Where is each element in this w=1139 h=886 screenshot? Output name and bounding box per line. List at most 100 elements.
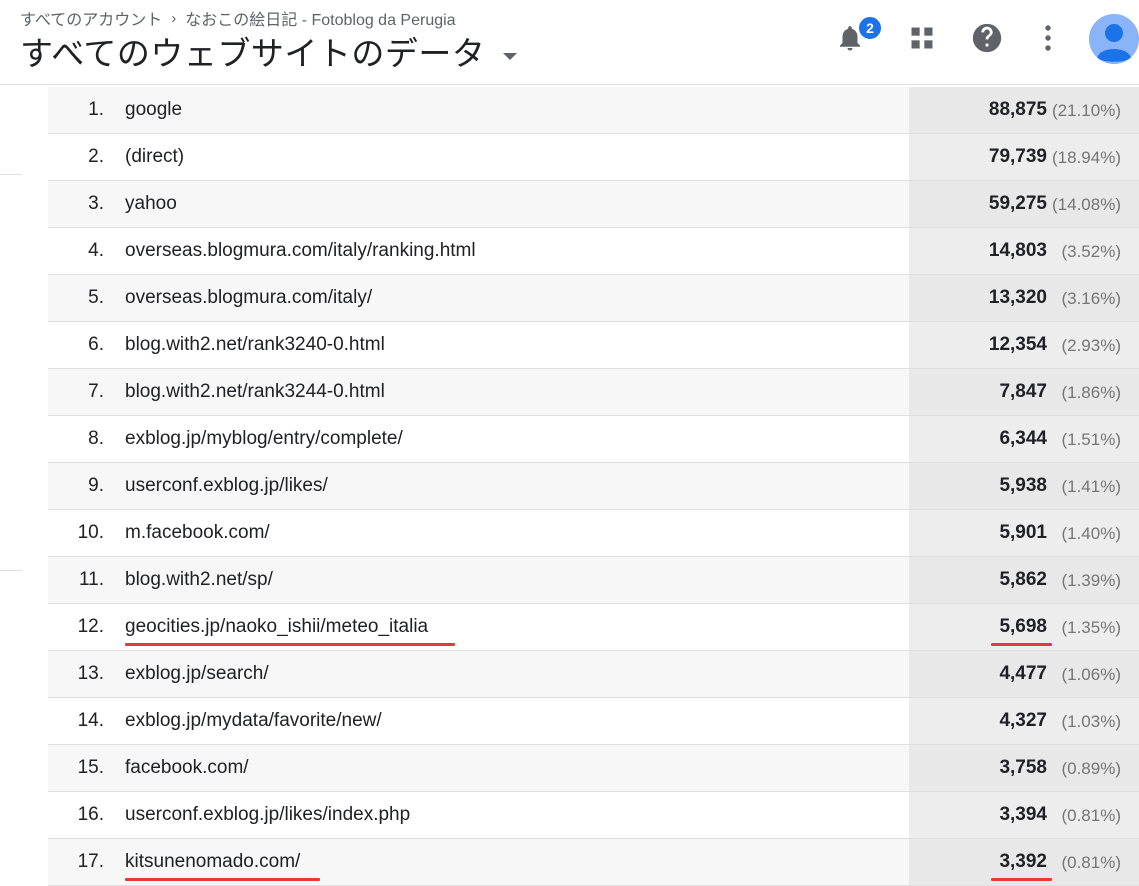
more-vert-icon: [1045, 25, 1051, 51]
row-percentage: (0.89%): [1061, 759, 1121, 778]
row-sessions-value: 5,862: [999, 569, 1047, 590]
user-avatar-icon: [1089, 14, 1139, 64]
row-rank: 4.: [88, 240, 104, 261]
value-cell: 13,320 (3.16%): [909, 275, 1139, 321]
table-row[interactable]: 1. google 88,875 (21.10%): [48, 87, 1139, 134]
row-rank: 9.: [88, 475, 104, 496]
table-row[interactable]: 4. overseas.blogmura.com/italy/ranking.ht…: [48, 228, 1139, 275]
red-underline-mark: [125, 878, 320, 881]
value-cell: 4,477 (1.06%): [909, 651, 1139, 697]
rail-divider: [0, 570, 22, 571]
table-row[interactable]: 2. (direct) 79,739 (18.94%): [48, 134, 1139, 181]
page-title[interactable]: すべてのウェブサイトのデータ: [20, 27, 485, 75]
help-button[interactable]: [969, 18, 1005, 58]
value-cell: 7,847 (1.86%): [909, 369, 1139, 415]
row-sessions-value: 3,394: [999, 804, 1047, 825]
table-row[interactable]: 8. exblog.jp/myblog/entry/complete/6,344 (…: [48, 416, 1139, 463]
help-icon: [972, 23, 1002, 53]
row-sessions-value: 5,901: [999, 522, 1047, 543]
row-source-link[interactable]: userconf.exblog.jp/likes/: [125, 463, 328, 509]
row-source-link[interactable]: exblog.jp/mydata/favorite/new/: [125, 698, 382, 744]
table-row[interactable]: 10. m.facebook.com/5,901 (1.40%): [48, 510, 1139, 557]
value-cell: 12,354 (2.93%): [909, 322, 1139, 368]
table-row[interactable]: 3. yahoo 59,275 (14.08%): [48, 181, 1139, 228]
table-row[interactable]: 7. blog.with2.net/rank3244-0.html 7,847 (1.…: [48, 369, 1139, 416]
row-source-link[interactable]: yahoo: [125, 181, 177, 227]
row-source-link[interactable]: overseas.blogmura.com/italy/: [125, 275, 372, 321]
more-options-button[interactable]: [1030, 18, 1066, 58]
row-rank: 12.: [77, 616, 104, 637]
value-cell: 5,862 (1.39%): [909, 557, 1139, 603]
red-underline-mark: [991, 878, 1052, 881]
avatar[interactable]: [1089, 14, 1139, 64]
row-rank: 3.: [88, 193, 104, 214]
row-rank: 10.: [77, 522, 104, 543]
row-sessions-value: 6,344: [999, 428, 1047, 449]
row-source-link[interactable]: facebook.com/: [125, 745, 249, 791]
row-percentage: (21.10%): [1052, 101, 1121, 120]
row-percentage: (2.93%): [1061, 336, 1121, 355]
row-percentage: (1.41%): [1061, 477, 1121, 496]
row-percentage: (1.51%): [1061, 430, 1121, 449]
row-rank: 16.: [77, 804, 104, 825]
value-cell: 5,901 (1.40%): [909, 510, 1139, 556]
row-sessions-value: 79,739: [988, 146, 1047, 167]
row-percentage: (14.08%): [1052, 195, 1121, 214]
row-percentage: (1.40%): [1061, 524, 1121, 543]
table-row[interactable]: 15. facebook.com/3,758 (0.89%): [48, 745, 1139, 792]
row-source-link[interactable]: blog.with2.net/rank3240-0.html: [125, 322, 385, 368]
row-percentage: (3.52%): [1061, 242, 1121, 261]
row-rank: 15.: [77, 757, 104, 778]
row-rank: 11.: [78, 569, 104, 590]
table-row[interactable]: 12. geocities.jp/naoko_ishii/meteo_italia…: [48, 604, 1139, 651]
row-source-link[interactable]: exblog.jp/search/: [125, 651, 269, 697]
table-row[interactable]: 17. kitsunenomado.com/3,392 (0.81%): [48, 839, 1139, 886]
left-rail: [0, 85, 48, 886]
row-source-link[interactable]: blog.with2.net/rank3244-0.html: [125, 369, 385, 415]
apps-button[interactable]: [904, 18, 940, 58]
table-row[interactable]: 6. blog.with2.net/rank3240-0.html 12,354 (2…: [48, 322, 1139, 369]
row-sessions-value: 4,327: [999, 710, 1047, 731]
row-rank: 5.: [88, 287, 104, 308]
value-cell: 3,758 (0.89%): [909, 745, 1139, 791]
row-source-link[interactable]: exblog.jp/myblog/entry/complete/: [125, 416, 403, 462]
row-percentage: (1.03%): [1061, 712, 1121, 731]
table-row[interactable]: 16. userconf.exblog.jp/likes/index.php 3,3…: [48, 792, 1139, 839]
row-percentage: (3.16%): [1061, 289, 1121, 308]
row-rank: 13.: [77, 663, 104, 684]
row-sessions-value: 5,938: [999, 475, 1047, 496]
table-row[interactable]: 11. blog.with2.net/sp/5,862 (1.39%): [48, 557, 1139, 604]
value-cell: 14,803 (3.52%): [909, 228, 1139, 274]
table-row[interactable]: 13. exblog.jp/search/4,477 (1.06%): [48, 651, 1139, 698]
table-row[interactable]: 14. exblog.jp/mydata/favorite/new/4,327 (1…: [48, 698, 1139, 745]
table-row[interactable]: 5. overseas.blogmura.com/italy/13,320 (3.1…: [48, 275, 1139, 322]
apps-grid-icon: [911, 27, 933, 49]
row-sessions-value: 4,477: [999, 663, 1047, 684]
row-source-link[interactable]: (direct): [125, 134, 184, 180]
red-underline-mark: [125, 643, 455, 646]
row-percentage: (0.81%): [1061, 806, 1121, 825]
table-row[interactable]: 9. userconf.exblog.jp/likes/5,938 (1.41%): [48, 463, 1139, 510]
row-source-link[interactable]: blog.with2.net/sp/: [125, 557, 273, 603]
row-sessions-value: 13,320: [988, 287, 1047, 308]
row-source-link[interactable]: google: [125, 87, 182, 133]
value-cell: 3,394 (0.81%): [909, 792, 1139, 838]
row-sessions-value: 3,758: [999, 757, 1047, 778]
row-rank: 2.: [88, 146, 104, 167]
row-sessions-value: 59,275: [988, 193, 1047, 214]
row-rank: 8.: [88, 428, 104, 449]
referral-table: 1. google 88,875 (21.10%) 2. (direct) 79,739 (1…: [48, 87, 1139, 886]
row-source-link[interactable]: userconf.exblog.jp/likes/index.php: [125, 792, 410, 838]
value-cell: 4,327 (1.03%): [909, 698, 1139, 744]
view-selector[interactable]: すべてのウェブサイトのデータ: [20, 27, 518, 75]
row-rank: 6.: [88, 334, 104, 355]
chevron-down-icon[interactable]: [503, 52, 518, 60]
row-percentage: (1.39%): [1061, 571, 1121, 590]
row-source-link[interactable]: m.facebook.com/: [125, 510, 270, 556]
row-sessions-value: 88,875: [988, 99, 1047, 120]
row-percentage: (1.35%): [1061, 618, 1121, 637]
row-percentage: (1.86%): [1061, 383, 1121, 402]
row-sessions-value: 7,847: [999, 381, 1047, 402]
notification-count-badge: 2: [857, 15, 883, 41]
row-source-link[interactable]: overseas.blogmura.com/italy/ranking.html: [125, 228, 476, 274]
